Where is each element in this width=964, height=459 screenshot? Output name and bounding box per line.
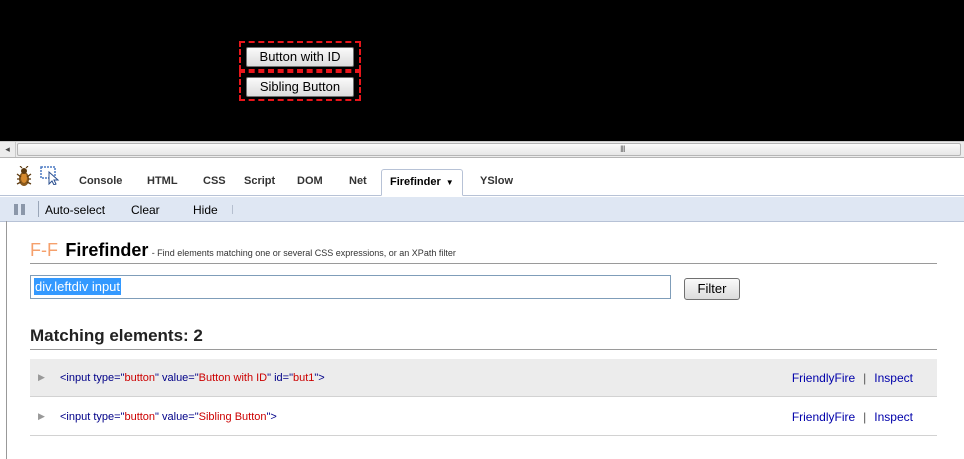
filter-input-value: div.leftdiv input — [34, 278, 122, 295]
auto-select-button[interactable]: Auto-select — [45, 203, 105, 217]
highlight-box: Button with ID — [239, 41, 361, 71]
result-row: ▶ <input type="button" value="Sibling Bu… — [30, 398, 937, 436]
result-code[interactable]: <input type="button" value="Sibling Butt… — [60, 411, 277, 423]
firefinder-header: F-F Firefinder - Find elements matching … — [30, 240, 937, 264]
tab-console[interactable]: Console — [79, 175, 122, 187]
scrollbar-grip-icon: III — [620, 144, 625, 154]
expand-arrow-icon[interactable]: ▶ — [38, 411, 45, 422]
tab-dom[interactable]: DOM — [297, 175, 323, 187]
toolbar-divider — [232, 205, 233, 214]
firefinder-description: - Find elements matching one or several … — [151, 248, 456, 258]
tab-net[interactable]: Net — [349, 175, 367, 187]
button-with-id[interactable]: Button with ID — [246, 47, 354, 67]
result-actions: FriendlyFire | Inspect — [791, 410, 913, 424]
tab-firefinder-label: Firefinder — [390, 176, 441, 188]
result-actions: FriendlyFire | Inspect — [791, 371, 913, 385]
clear-button[interactable]: Clear — [131, 203, 160, 217]
firebug-icon[interactable] — [14, 166, 34, 188]
filter-button[interactable]: Filter — [684, 278, 740, 300]
hide-button[interactable]: Hide — [193, 203, 218, 217]
toolbar-divider — [38, 201, 39, 217]
chevron-down-icon: ▼ — [445, 178, 454, 187]
sibling-button[interactable]: Sibling Button — [246, 77, 354, 97]
tab-firefinder[interactable]: Firefinder ▼ — [381, 169, 463, 196]
firefinder-logo: F-F — [30, 240, 58, 260]
inspect-link[interactable]: Inspect — [874, 410, 913, 424]
tab-html[interactable]: HTML — [147, 175, 178, 187]
friendlyfire-link[interactable]: FriendlyFire — [792, 371, 855, 385]
scrollbar-thumb[interactable]: III — [17, 143, 961, 156]
firefinder-panel: F-F Firefinder - Find elements matching … — [0, 223, 964, 459]
pause-icon[interactable] — [14, 204, 26, 215]
firefinder-toolbar: Auto-select Clear Hide — [0, 197, 964, 222]
result-code[interactable]: <input type="button" value="Button with … — [60, 372, 325, 384]
friendlyfire-link[interactable]: FriendlyFire — [792, 410, 855, 424]
firebug-tab-bar: Console HTML CSS Script DOM Net Firefind… — [0, 159, 964, 196]
panel-left-border — [6, 221, 7, 459]
result-row: ▶ <input type="button" value="Button wit… — [30, 359, 937, 397]
matching-elements-heading: Matching elements: 2 — [30, 326, 937, 350]
page-viewport: Button with ID Sibling Button — [0, 0, 964, 141]
filter-input[interactable]: div.leftdiv input — [30, 275, 671, 299]
inspect-link[interactable]: Inspect — [874, 371, 913, 385]
firefinder-title: Firefinder — [65, 240, 149, 260]
tab-script[interactable]: Script — [244, 175, 275, 187]
highlight-box: Sibling Button — [239, 71, 361, 101]
tab-css[interactable]: CSS — [203, 175, 226, 187]
expand-arrow-icon[interactable]: ▶ — [38, 372, 45, 383]
horizontal-scrollbar[interactable]: ◂ III — [0, 141, 964, 158]
inspect-element-icon[interactable] — [40, 165, 60, 185]
tab-yslow[interactable]: YSlow — [480, 175, 513, 187]
scroll-left-arrow-icon[interactable]: ◂ — [0, 142, 16, 157]
